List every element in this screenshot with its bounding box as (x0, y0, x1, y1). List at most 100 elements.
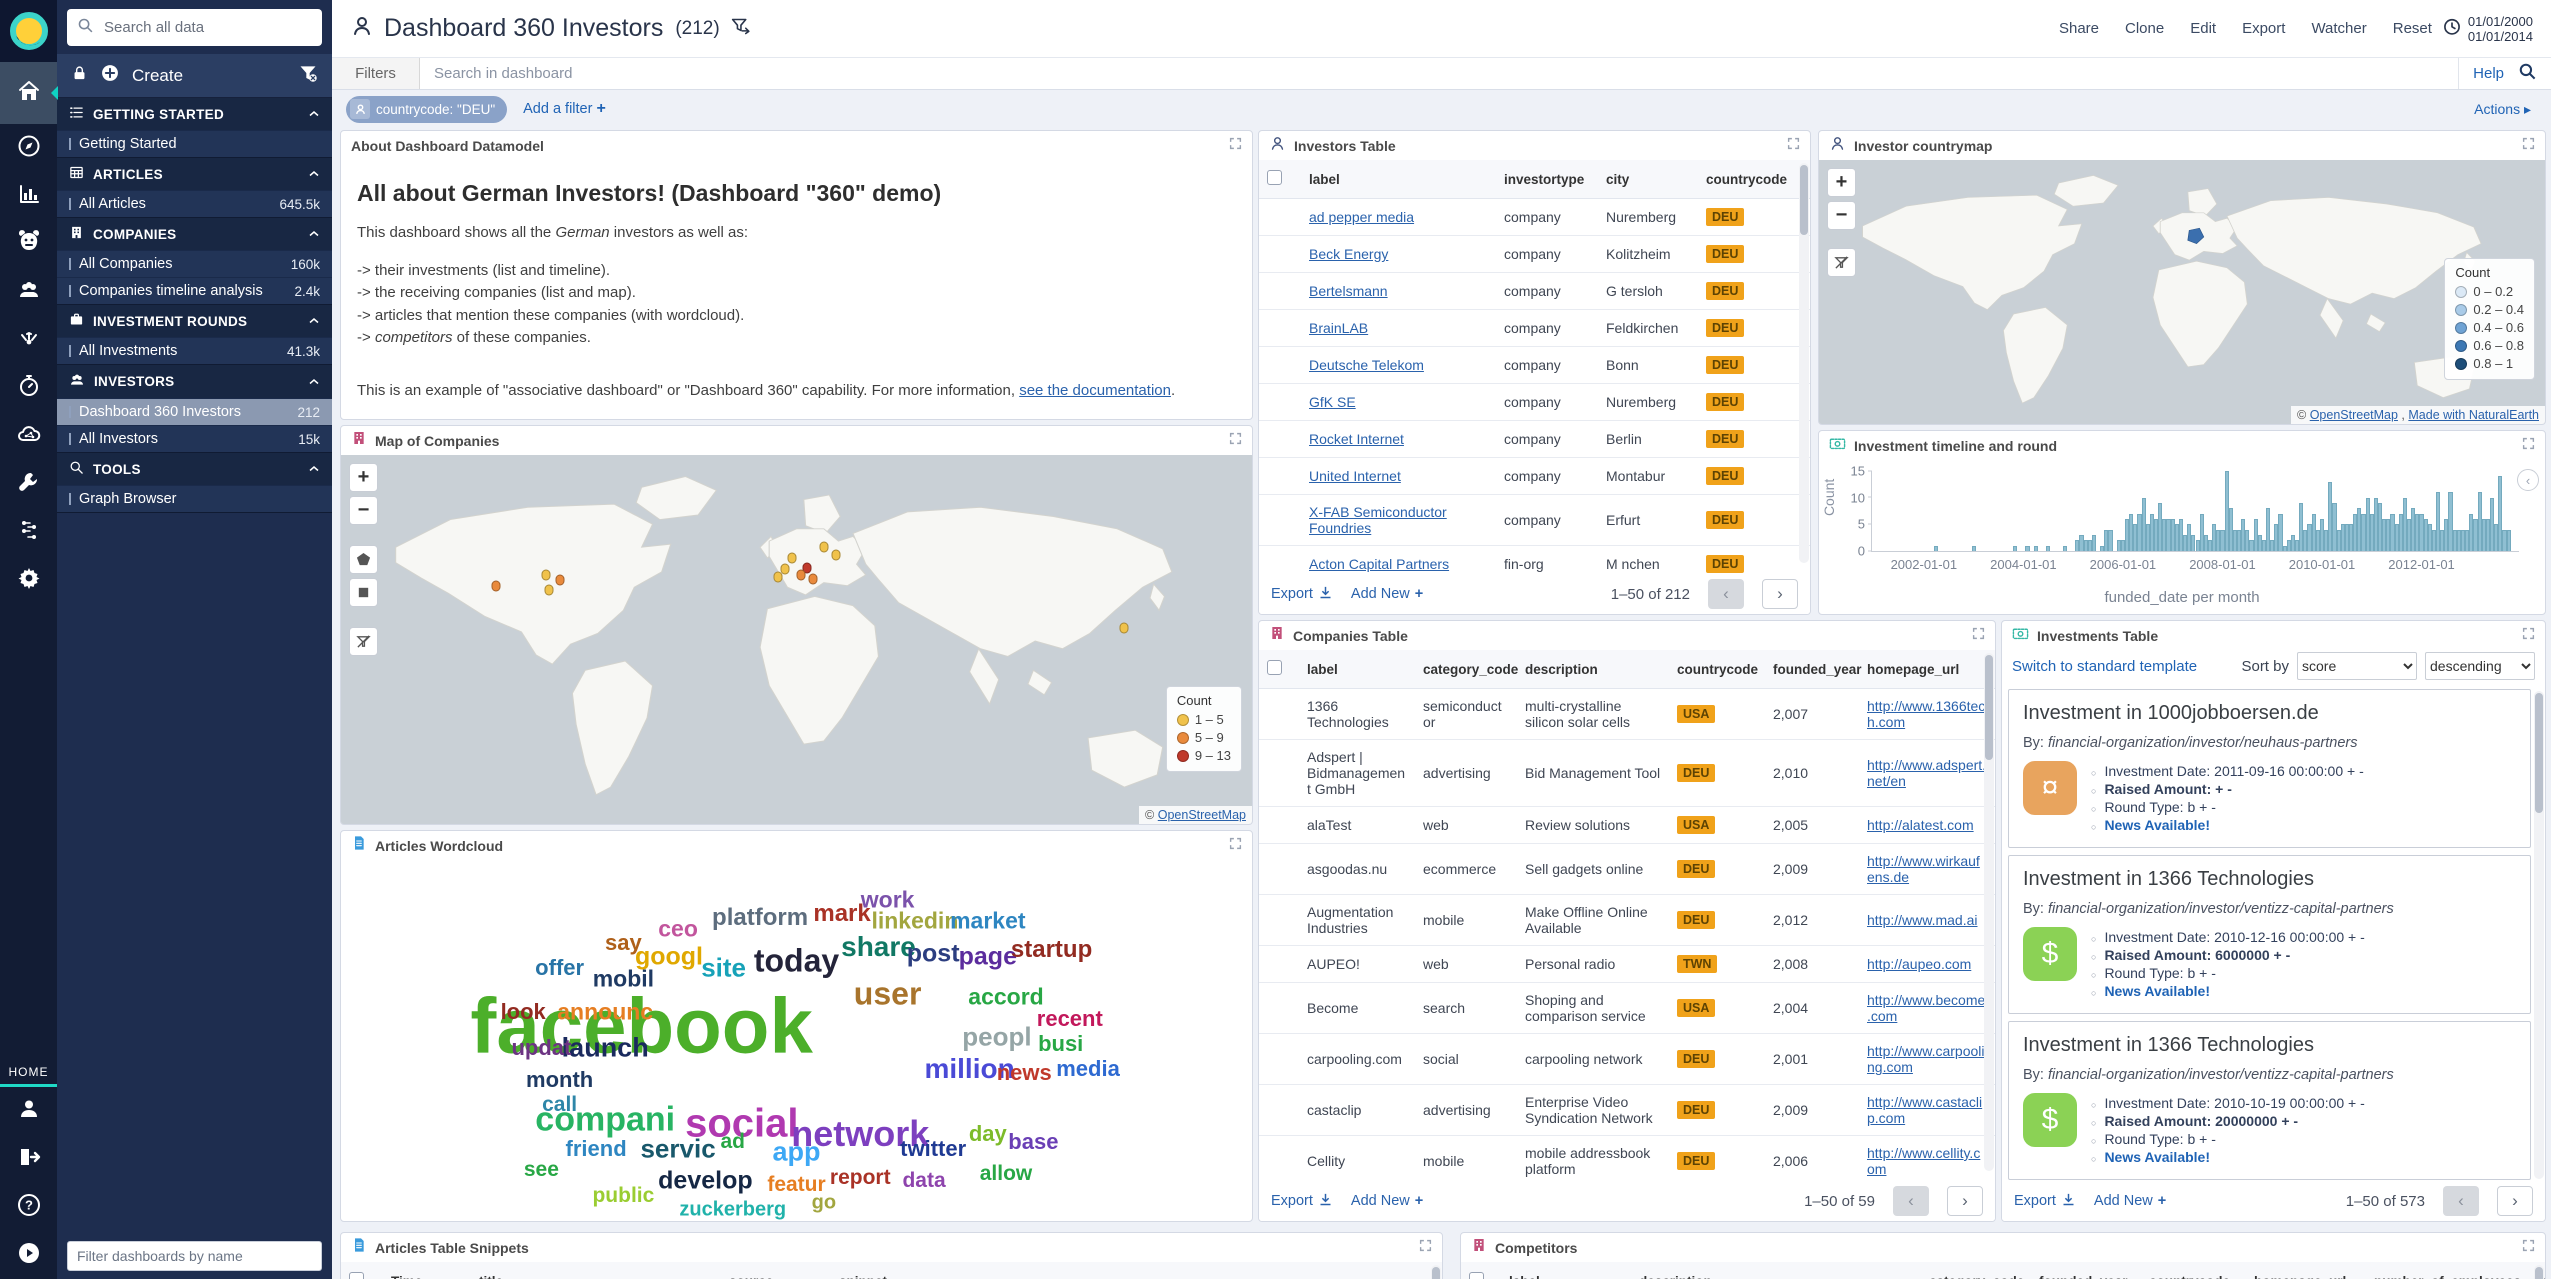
add-new-button[interactable]: Add New+ (2094, 1193, 2166, 1209)
sidebar-item-graph-browser[interactable]: Graph Browser (57, 485, 332, 512)
column-header[interactable]: homepage_url (2246, 1262, 2366, 1279)
add-new-button[interactable]: Add New+ (1351, 1193, 1423, 1209)
scrollbar[interactable] (2534, 1265, 2544, 1279)
wordcloud-word[interactable]: page (959, 943, 1017, 972)
export-button[interactable]: Export (1271, 585, 1333, 604)
wordcloud-word[interactable]: develop (658, 1167, 752, 1196)
header-menu-reset[interactable]: Reset (2393, 20, 2432, 37)
scrollbar[interactable] (1431, 1265, 1441, 1279)
table-row[interactable]: AUPEO!webPersonal radioTWN2,008http://au… (1259, 946, 1995, 983)
table-row[interactable]: Acton Capital Partnersfin-orgM nchenDEU (1259, 546, 1810, 575)
sidebar-section-articles[interactable]: ARTICLES (57, 158, 332, 190)
header-menu-edit[interactable]: Edit (2190, 20, 2216, 37)
column-header[interactable]: city (1598, 160, 1698, 199)
countrycode-badge[interactable]: DEU (1706, 319, 1744, 337)
cell-link[interactable]: http://www.1366tech.com (1867, 698, 1985, 730)
investment-card[interactable]: Investment in 1000jobboersen.deBy: finan… (2008, 689, 2531, 848)
wordcloud-word[interactable]: news (997, 1060, 1052, 1086)
expand-icon[interactable] (2522, 137, 2535, 155)
country-map[interactable]: + − Count 0 – 0.20.2 – 0.40.4 – 0.60.6 –… (1819, 160, 2545, 424)
zoom-out-button[interactable]: − (1827, 201, 1856, 230)
wordcloud-word[interactable]: report (830, 1166, 891, 1190)
openstreetmap-link[interactable]: OpenStreetMap (1158, 808, 1246, 822)
cell-link[interactable]: Rocket Internet (1309, 431, 1404, 447)
wordcloud-word[interactable]: zuckerberg (679, 1199, 786, 1222)
wordcloud-word[interactable]: allow (980, 1162, 1033, 1186)
column-header[interactable]: source (721, 1262, 831, 1279)
column-header[interactable]: category_code (1921, 1262, 2031, 1279)
rail-cloud-button[interactable] (0, 412, 57, 460)
rail-people-button[interactable] (0, 268, 57, 316)
sidebar-item-companies-timeline-analysis[interactable]: Companies timeline analysis2.4k (57, 277, 332, 304)
table-row[interactable]: BrainLABcompanyFeldkirchenDEU (1259, 310, 1810, 347)
cell-link[interactable]: BrainLAB (1309, 320, 1368, 336)
prev-page-button[interactable]: ‹ (1708, 579, 1744, 609)
cell-link[interactable]: ad pepper media (1309, 209, 1414, 225)
cell-link[interactable]: United Internet (1309, 468, 1401, 484)
countrycode-badge[interactable]: USA (1677, 816, 1715, 834)
news-available-link[interactable]: News Available! (2104, 1149, 2210, 1165)
scrollbar[interactable] (1984, 653, 1994, 1171)
table-row[interactable]: 1366 Technologiessemiconductormulti-crys… (1259, 689, 1995, 740)
company-map-marker[interactable] (819, 542, 828, 553)
countrycode-badge[interactable]: DEU (1706, 511, 1744, 529)
cell-link[interactable]: GfK SE (1309, 394, 1356, 410)
cell-link[interactable]: http://aupeo.com (1867, 956, 1971, 972)
timeline-bar[interactable] (2063, 546, 2067, 551)
rail-settings-button[interactable] (0, 556, 57, 604)
next-page-button[interactable]: › (1947, 1186, 1983, 1216)
rail-visualize-button[interactable] (0, 172, 57, 220)
wordcloud-word[interactable]: market (950, 908, 1025, 935)
create-button[interactable]: Create (132, 66, 286, 86)
wordcloud-word[interactable]: launch (562, 1032, 649, 1063)
wordcloud-word[interactable]: startup (1011, 936, 1092, 964)
header-menu-export[interactable]: Export (2242, 20, 2285, 37)
rail-user-button[interactable] (0, 1087, 57, 1135)
countrycode-badge[interactable]: TWN (1677, 955, 1717, 973)
scrollbar[interactable] (1799, 163, 1809, 563)
select-all-checkbox[interactable] (349, 1272, 364, 1279)
search-in-dashboard-input[interactable] (420, 58, 2458, 89)
wordcloud-word[interactable]: platform (712, 904, 808, 932)
column-header[interactable]: category_code (1415, 650, 1517, 689)
rail-play-button[interactable] (0, 1231, 57, 1279)
expand-icon[interactable] (1972, 627, 1985, 645)
select-all-checkbox[interactable] (1267, 170, 1282, 185)
company-map-marker[interactable] (555, 575, 564, 586)
countrycode-badge[interactable]: DEU (1706, 555, 1744, 573)
sidebar-item-dashboard-360-investors[interactable]: Dashboard 360 Investors212 (57, 398, 332, 425)
wordcloud-word[interactable]: data (902, 1169, 945, 1193)
sidebar-section-tools[interactable]: TOOLS (57, 453, 332, 485)
countrycode-badge[interactable]: DEU (1677, 1152, 1715, 1170)
zoom-out-button[interactable]: − (349, 496, 378, 525)
app-logo[interactable] (0, 0, 57, 62)
expand-icon[interactable] (1229, 432, 1242, 450)
help-link[interactable]: Help (2473, 65, 2504, 82)
wordcloud-word[interactable]: month (526, 1067, 593, 1093)
naturalearth-link[interactable]: Made with NaturalEarth (2408, 408, 2539, 422)
cell-link[interactable]: http://www.wirkaufens.de (1867, 853, 1980, 885)
rail-entity-button[interactable] (0, 220, 57, 268)
table-row[interactable]: X-FAB Semiconductor FoundriescompanyErfu… (1259, 495, 1810, 546)
rail-logout-button[interactable] (0, 1135, 57, 1183)
sidebar-section-getting-started[interactable]: GETTING STARTED (57, 98, 332, 130)
polygon-draw-tool[interactable] (349, 545, 378, 574)
timeline-chart[interactable]: 0510152002-01-012004-01-012006-01-012008… (1871, 471, 2519, 552)
countrycode-badge[interactable]: USA (1677, 705, 1715, 723)
countrycode-badge[interactable]: DEU (1706, 430, 1744, 448)
search-submit-icon[interactable] (2518, 62, 2537, 86)
sidebar-section-investors[interactable]: INVESTORS (57, 365, 332, 398)
expand-icon[interactable] (2522, 437, 2535, 455)
countrycode-badge[interactable]: USA (1677, 999, 1715, 1017)
wordcloud-word[interactable]: share (841, 931, 916, 963)
select-all-checkbox[interactable] (1469, 1272, 1484, 1279)
sidebar-item-getting-started[interactable]: Getting Started (57, 130, 332, 157)
investment-card[interactable]: Investment in 1366 TechnologiesBy: finan… (2008, 855, 2531, 1014)
news-available-link[interactable]: News Available! (2104, 817, 2210, 833)
table-row[interactable]: Beck EnergycompanyKolitzheimDEU (1259, 236, 1810, 273)
cell-link[interactable]: Deutsche Telekom (1309, 357, 1424, 373)
countrycode-badge[interactable]: DEU (1706, 208, 1744, 226)
column-header[interactable]: Time (383, 1262, 471, 1279)
wordcloud-word[interactable]: media (1056, 1056, 1120, 1082)
rail-timer-button[interactable] (0, 364, 57, 412)
